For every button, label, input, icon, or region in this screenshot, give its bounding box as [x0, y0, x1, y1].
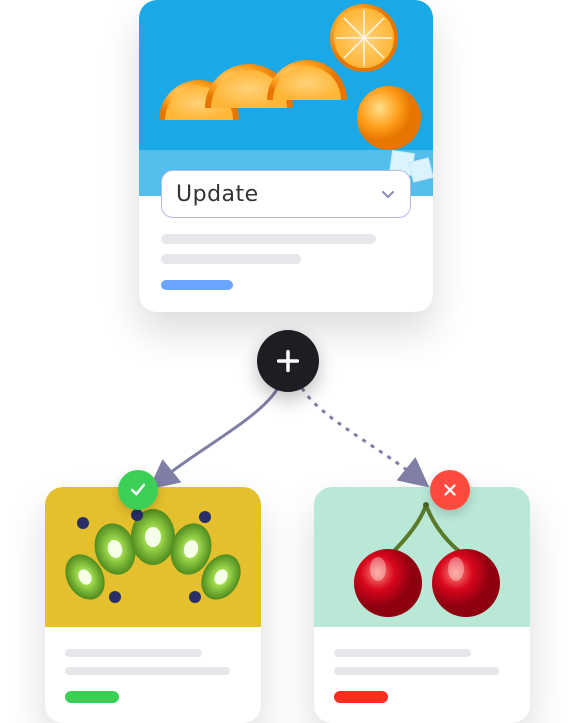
close-icon	[441, 481, 459, 499]
source-card: Update	[139, 0, 433, 312]
branch-node[interactable]	[257, 330, 319, 392]
check-icon	[128, 480, 148, 500]
arrow-to-accepted	[158, 388, 278, 482]
image-kiwi-slices	[45, 487, 261, 627]
placeholder-text-lines	[65, 649, 241, 675]
accent-pill	[334, 691, 388, 703]
image-cherries	[314, 487, 530, 627]
plus-icon	[274, 347, 302, 375]
card-body: Update	[139, 196, 433, 312]
placeholder-line	[65, 667, 230, 675]
card-body	[45, 627, 261, 723]
image-orange-slices	[139, 0, 433, 196]
status-badge-accepted	[118, 470, 158, 510]
status-badge-rejected	[430, 470, 470, 510]
placeholder-line	[334, 667, 499, 675]
update-select[interactable]: Update	[161, 170, 411, 218]
placeholder-line	[161, 254, 301, 264]
placeholder-text-lines	[334, 649, 510, 675]
diagram-stage: Update	[0, 0, 570, 718]
accent-pill	[161, 280, 233, 290]
card-body	[314, 627, 530, 723]
update-select-label: Update	[176, 182, 259, 207]
placeholder-line	[161, 234, 376, 244]
placeholder-line	[334, 649, 471, 657]
chevron-down-icon	[380, 186, 396, 202]
accent-pill	[65, 691, 119, 703]
rejected-card	[314, 487, 530, 723]
placeholder-line	[65, 649, 202, 657]
branch-arrows	[110, 378, 460, 508]
arrow-to-rejected	[302, 388, 420, 480]
accepted-card	[45, 487, 261, 723]
placeholder-text-lines	[161, 234, 411, 264]
